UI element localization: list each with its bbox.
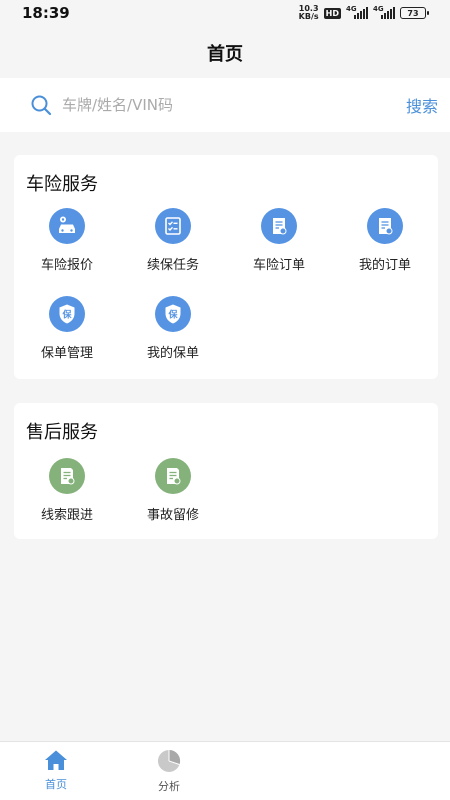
home-icon bbox=[45, 750, 67, 770]
order-icon bbox=[261, 208, 297, 244]
insurance-services-card: 车险服务 车险报价 续保任务 车险订单 我的订单 保 保单管理 保 我的保单 bbox=[14, 155, 438, 379]
shield-icon-text: 保 bbox=[61, 309, 72, 321]
status-indicators: 10.3 KB/s HD 4G 4G 73 bbox=[299, 5, 429, 21]
grid-item-my-orders[interactable]: 我的订单 bbox=[332, 208, 438, 273]
car-quote-icon bbox=[49, 208, 85, 244]
checklist-icon bbox=[155, 208, 191, 244]
order-icon bbox=[367, 208, 403, 244]
shield-icon-text: 保 bbox=[167, 309, 178, 321]
section-title: 售后服务 bbox=[26, 422, 98, 443]
grid-item-label: 续保任务 bbox=[146, 258, 199, 273]
tab-label: 首页 bbox=[45, 778, 67, 791]
battery-icon: 73 bbox=[400, 7, 429, 19]
network-speed: 10.3 KB/s bbox=[299, 5, 319, 21]
pie-chart-icon bbox=[158, 749, 181, 772]
status-time: 18:39 bbox=[22, 4, 70, 22]
status-bar: 18:39 10.3 KB/s HD 4G 4G 73 bbox=[0, 0, 450, 26]
hd-badge: HD bbox=[323, 7, 341, 19]
document-icon bbox=[49, 458, 85, 494]
grid-item-policy-management[interactable]: 保 保单管理 bbox=[14, 296, 120, 361]
grid-item-insurance-orders[interactable]: 车险订单 bbox=[226, 208, 332, 273]
search-bar: 搜索 bbox=[0, 78, 450, 132]
aftersale-services-card: 售后服务 线索跟进 事故留修 bbox=[14, 403, 438, 539]
document-icon bbox=[155, 458, 191, 494]
grid-item-lead-followup[interactable]: 线索跟进 bbox=[14, 458, 120, 523]
grid-item-label: 车险订单 bbox=[252, 258, 305, 273]
shield-icon: 保 bbox=[155, 296, 191, 332]
grid-item-label: 保单管理 bbox=[40, 346, 93, 361]
search-button[interactable]: 搜索 bbox=[406, 93, 438, 117]
network-speed-unit: KB/s bbox=[298, 12, 319, 21]
grid-item-label: 我的保单 bbox=[146, 346, 199, 361]
page-title: 首页 bbox=[207, 44, 243, 65]
search-icon bbox=[31, 95, 52, 116]
grid-item-car-insurance-quote[interactable]: 车险报价 bbox=[14, 208, 120, 273]
signal-icon: 4G bbox=[346, 5, 368, 19]
grid-item-label: 车险报价 bbox=[40, 258, 93, 273]
grid-item-accident-repair[interactable]: 事故留修 bbox=[120, 458, 226, 523]
tab-home[interactable]: 首页 bbox=[26, 749, 86, 792]
grid-item-label: 事故留修 bbox=[146, 508, 199, 523]
tab-label: 分析 bbox=[158, 780, 180, 793]
tab-analysis[interactable]: 分析 bbox=[139, 749, 199, 794]
battery-level: 73 bbox=[407, 8, 419, 18]
search-input[interactable] bbox=[62, 96, 406, 114]
grid-item-label: 线索跟进 bbox=[40, 508, 93, 523]
grid-item-renewal-tasks[interactable]: 续保任务 bbox=[120, 208, 226, 273]
bottom-tab-bar: 首页 分析 bbox=[0, 741, 450, 800]
grid-item-my-policies[interactable]: 保 我的保单 bbox=[120, 296, 226, 361]
signal-label: 4G bbox=[373, 5, 384, 13]
shield-icon: 保 bbox=[49, 296, 85, 332]
signal-label: 4G bbox=[346, 5, 357, 13]
signal-icon: 4G bbox=[373, 5, 395, 19]
grid-item-label: 我的订单 bbox=[358, 258, 411, 273]
section-title: 车险服务 bbox=[26, 174, 98, 195]
